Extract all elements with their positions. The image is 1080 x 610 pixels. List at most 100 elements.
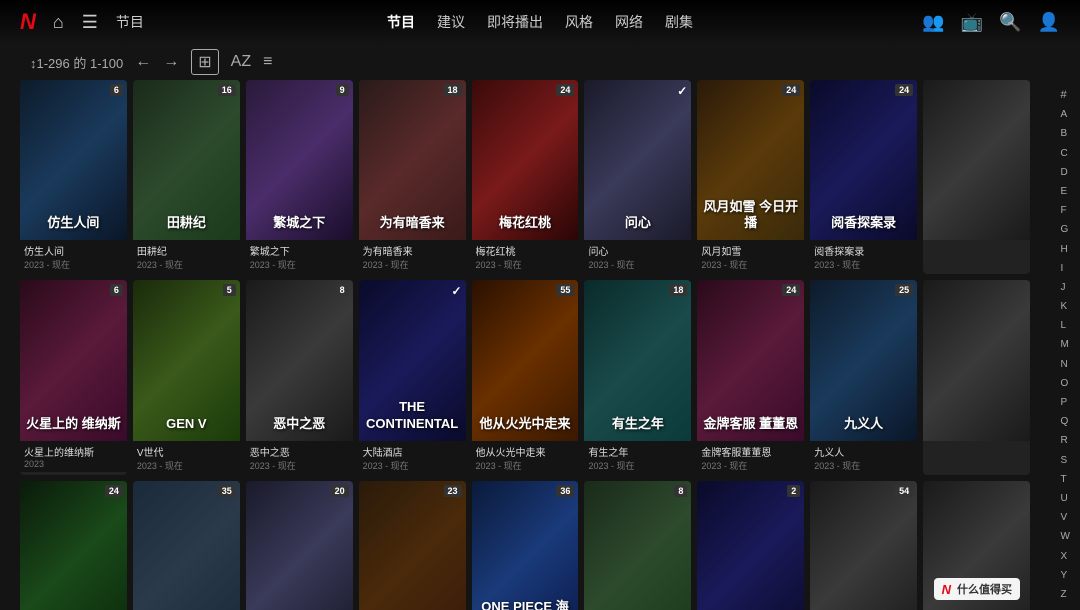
card-year: 2023 - 现在 xyxy=(363,459,462,472)
card-item[interactable]: 54IFt2023 - 现在 xyxy=(810,481,917,610)
card-item[interactable]: 24风月如雪 今日开播风月如雪2023 - 现在 xyxy=(697,80,804,274)
card-item[interactable]: 24金牌客服 董董恩金牌客服董董恩2023 - 现在 xyxy=(697,280,804,474)
cast-icon[interactable]: 📺 xyxy=(961,12,983,33)
card-item[interactable]: 25九义人九义人2023 - 现在 xyxy=(810,280,917,474)
episode-badge: 24 xyxy=(105,485,123,497)
menu-icon[interactable]: ☰ xyxy=(82,12,98,33)
count-label: ↕1-296 的 1-100 xyxy=(30,53,123,72)
card-title: 火星上的维纳斯 xyxy=(24,444,123,459)
episode-badge: 24 xyxy=(556,84,574,96)
card-item[interactable]: 24就起跑吧就起跑吧2023 - 现在 xyxy=(20,481,127,610)
az-S[interactable]: S xyxy=(1061,456,1070,466)
card-cover-text: 仿生人间 xyxy=(20,215,127,232)
grid-view-btn[interactable]: ⊞ xyxy=(191,49,218,75)
az-Z[interactable]: Z xyxy=(1061,590,1070,600)
top-nav: N ⌂ ☰ 节目 节目 建议 即将播出 风格 网络 剧集 👥 📺 🔍 👤 xyxy=(0,0,1080,44)
card-item[interactable]: 8逃北大英雄 物馆2023 - 现在 xyxy=(584,481,691,610)
az-Q[interactable]: Q xyxy=(1061,417,1070,427)
users-icon[interactable]: 👥 xyxy=(922,12,944,33)
card-item[interactable]: ✓问心问心2023 - 现在 xyxy=(584,80,691,274)
card-title: 他从火光中走来 xyxy=(476,444,575,459)
az-W[interactable]: W xyxy=(1061,532,1070,542)
az-F[interactable]: F xyxy=(1061,206,1070,216)
az-E[interactable]: E xyxy=(1061,187,1070,197)
az-H[interactable]: H xyxy=(1061,245,1070,255)
nav-item-network[interactable]: 网络 xyxy=(615,12,643,32)
next-arrow[interactable]: → xyxy=(163,53,179,71)
az-G[interactable]: G xyxy=(1061,225,1070,235)
episode-badge: 18 xyxy=(444,84,462,96)
nav-item-shows[interactable]: 节目 xyxy=(387,12,415,32)
episode-badge: 8 xyxy=(674,485,687,497)
episode-badge: 16 xyxy=(218,84,236,96)
card-title: 田耕纪 xyxy=(137,243,236,258)
card-title: 问心 xyxy=(588,243,687,258)
az-Y[interactable]: Y xyxy=(1061,571,1070,581)
card-item[interactable]: 20零之羽2023 - 现在 xyxy=(246,481,353,610)
card-year: 2023 - 现在 xyxy=(814,258,913,271)
episode-badge: 23 xyxy=(444,485,462,497)
watermark-text: 什么值得买 xyxy=(957,581,1012,597)
card-item[interactable]: 18有生之年有生之年2023 - 现在 xyxy=(584,280,691,474)
az-M[interactable]: M xyxy=(1061,340,1070,350)
card-item[interactable]: 36ONE PIECE 海贼王NONE PIECE2023 - 现在 xyxy=(472,481,579,610)
card-item[interactable] xyxy=(923,80,1030,274)
episode-badge: 54 xyxy=(895,485,913,497)
az-K[interactable]: K xyxy=(1061,302,1070,312)
card-item[interactable]: 16田耕纪田耕纪2023 - 现在 xyxy=(133,80,240,274)
az-L[interactable]: L xyxy=(1061,321,1070,331)
az-B[interactable]: B xyxy=(1061,129,1070,139)
nav-right: 👥 📺 🔍 👤 xyxy=(922,12,1060,33)
az-V[interactable]: V xyxy=(1061,513,1070,523)
card-item[interactable]: 9繁城之下繁城之下2023 - 现在 xyxy=(246,80,353,274)
nav-item-series[interactable]: 剧集 xyxy=(665,12,693,32)
nav-item-upcoming[interactable]: 即将播出 xyxy=(487,12,543,32)
nav-item-genre[interactable]: 风格 xyxy=(565,12,593,32)
card-cover-text: 火星上的 维纳斯 xyxy=(20,416,127,433)
card-item[interactable]: 18为有暗香来为有暗香来2023 - 现在 xyxy=(359,80,466,274)
card-item[interactable]: 5GEN VV世代2023 - 现在 xyxy=(133,280,240,474)
card-item[interactable]: ✓THE CONTINENTAL大陆酒店2023 - 现在 xyxy=(359,280,466,474)
prev-arrow[interactable]: ← xyxy=(135,53,151,71)
card-cover-text: 繁城之下 xyxy=(246,215,353,232)
card-item[interactable]: 24阅香探案录阅香探案录2023 - 现在 xyxy=(810,80,917,274)
az-J[interactable]: J xyxy=(1061,283,1070,293)
card-item[interactable]: 55他从火光中走来他从火光中走来2023 - 现在 xyxy=(472,280,579,474)
az-R[interactable]: R xyxy=(1061,436,1070,446)
card-title: 繁城之下 xyxy=(250,243,349,258)
episode-badge: 2 xyxy=(787,485,800,497)
sort-az-btn[interactable]: AZ xyxy=(231,53,251,71)
card-item[interactable] xyxy=(923,280,1030,474)
az-hash[interactable]: # xyxy=(1061,90,1070,101)
card-item[interactable]: 8恶中之恶恶中之恶2023 - 现在 xyxy=(246,280,353,474)
az-T[interactable]: T xyxy=(1061,475,1070,485)
card-year: 2023 - 现在 xyxy=(701,258,800,271)
az-U[interactable]: U xyxy=(1061,494,1070,504)
card-cover-text: 为有暗香来 xyxy=(359,215,466,232)
az-O[interactable]: O xyxy=(1061,379,1070,389)
az-C[interactable]: C xyxy=(1061,149,1070,159)
profile-icon[interactable]: 👤 xyxy=(1038,12,1060,33)
nav-item-suggestions[interactable]: 建议 xyxy=(437,12,465,32)
az-A[interactable]: A xyxy=(1061,110,1070,120)
az-X[interactable]: X xyxy=(1061,552,1070,562)
card-item[interactable]: 22023 - 现在 xyxy=(697,481,804,610)
card-cover-text: 九义人 xyxy=(810,416,917,433)
card-item[interactable]: 23骄阳伴我骄阳伴我2023 - 现在 xyxy=(359,481,466,610)
nav-shows-label[interactable]: 节目 xyxy=(116,12,144,32)
card-item[interactable]: 24梅花红桃梅花红桃2023 - 现在 xyxy=(472,80,579,274)
card-item[interactable]: 6仿生人间仿生人间2023 - 现在 xyxy=(20,80,127,274)
az-P[interactable]: P xyxy=(1061,398,1070,408)
card-item[interactable]: 6火星上的 维纳斯火星上的维纳斯2023 xyxy=(20,280,127,474)
card-year: 2023 - 现在 xyxy=(24,258,123,271)
az-N[interactable]: N xyxy=(1061,360,1070,370)
card-year: 2023 - 现在 xyxy=(476,459,575,472)
card-item[interactable]: 35旁观者旁观者2023 - 现在 xyxy=(133,481,240,610)
filter-btn[interactable]: ≡ xyxy=(263,53,272,71)
nav-left: N ⌂ ☰ 节目 xyxy=(20,9,144,35)
search-icon[interactable]: 🔍 xyxy=(999,12,1021,33)
az-I[interactable]: I xyxy=(1061,264,1070,274)
home-icon[interactable]: ⌂ xyxy=(53,12,64,33)
az-D[interactable]: D xyxy=(1061,168,1070,178)
card-year: 2023 - 现在 xyxy=(476,258,575,271)
